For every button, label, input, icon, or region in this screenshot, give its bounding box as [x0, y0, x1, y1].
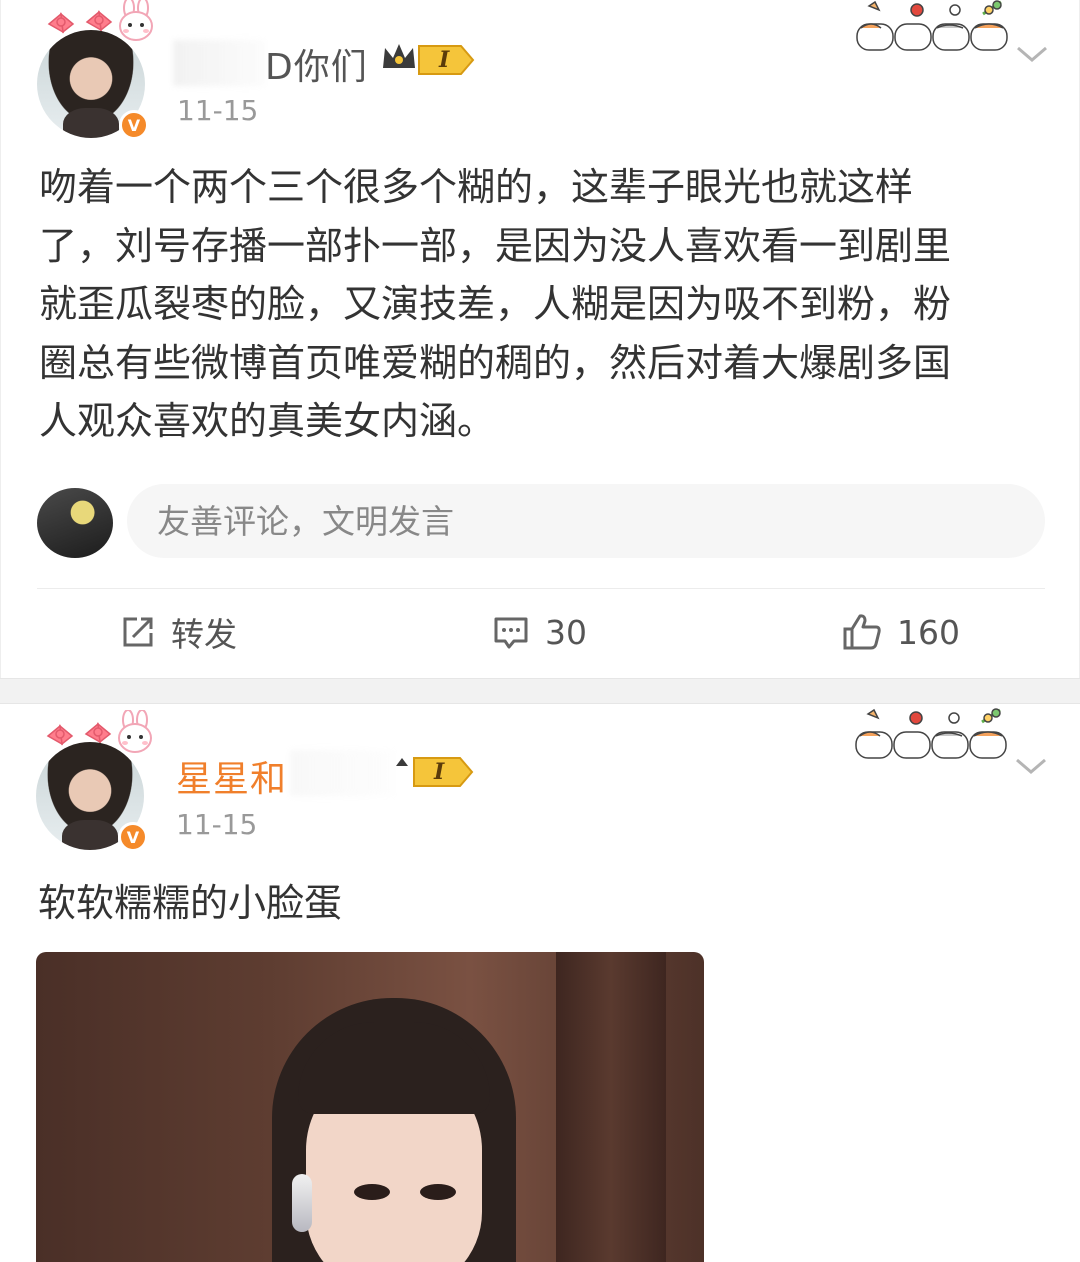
cat-stickers-icon [856, 0, 1008, 51]
repost-label: 转发 [171, 615, 237, 654]
level-number: I [438, 47, 450, 73]
username-redaction [290, 750, 394, 796]
bunny-sticker-icon [119, 0, 153, 41]
post-date: 11-15 [177, 94, 259, 127]
action-divider [37, 588, 1045, 589]
cat-stickers-icon [855, 708, 1007, 759]
external-share-icon [123, 617, 153, 647]
viewer-avatar [37, 488, 113, 558]
comment-button[interactable]: 30 [491, 606, 587, 658]
speech-bubble-icon [494, 617, 528, 649]
crown-badge-icon[interactable]: I [381, 40, 477, 80]
comment-count: 30 [545, 612, 587, 652]
like-count: 160 [897, 612, 960, 652]
post-date: 11-15 [176, 808, 258, 841]
level-number: I [433, 759, 445, 785]
username[interactable]: 星星和 [176, 750, 287, 802]
repost-button[interactable]: 转发 [119, 606, 237, 658]
feed-post-1: V D你们 I 11-15 吻着一个两个三个很多个糊的，这辈子眼光也就这样 了，… [0, 0, 1080, 678]
verified-badge: V [118, 822, 148, 852]
chevron-down-icon[interactable] [1015, 44, 1049, 64]
bunny-sticker-icon [118, 710, 152, 753]
verified-badge: V [119, 110, 149, 140]
thumbs-up-icon [843, 614, 881, 650]
author-avatar[interactable]: V [32, 710, 152, 852]
feed-divider [0, 678, 1080, 704]
username[interactable]: D你们 [265, 38, 368, 90]
author-avatar[interactable]: V [33, 0, 153, 140]
comment-input[interactable] [127, 484, 1045, 558]
username-redaction [173, 40, 265, 86]
feed-post-2: V 星星和 I 11-15 软软糯糯的小脸蛋 [0, 704, 1080, 1262]
crown-badge-icon[interactable]: I [394, 752, 478, 792]
post-body-text: 吻着一个两个三个很多个糊的，这辈子眼光也就这样 了，刘号存播一部扑一部，是因为没… [39, 165, 952, 443]
like-button[interactable]: 160 [841, 606, 960, 658]
chevron-down-icon[interactable] [1014, 756, 1048, 776]
post-photo[interactable] [36, 952, 704, 1262]
post-body-text: 软软糯糯的小脸蛋 [38, 881, 343, 925]
